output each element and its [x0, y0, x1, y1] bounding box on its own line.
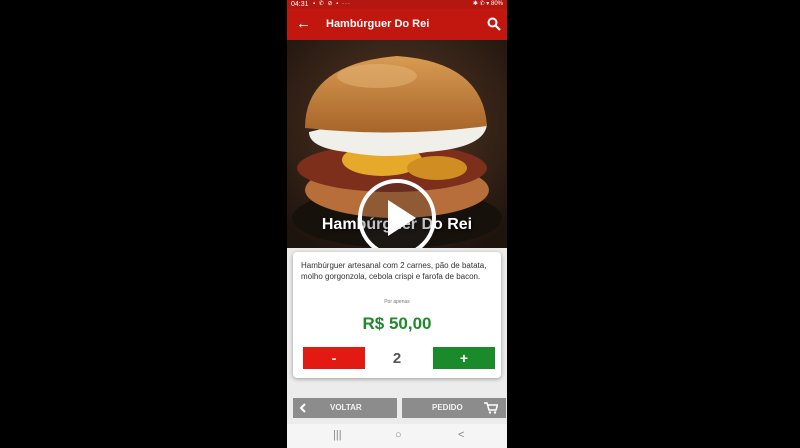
app-bar: ← Hambúrguer Do Rei	[287, 9, 507, 40]
search-icon[interactable]	[487, 17, 501, 31]
product-description: Hambúrguer artesanal com 2 carnes, pão d…	[301, 261, 487, 281]
order-button-label: PEDIDO	[432, 403, 463, 412]
price-caption: Por apenas	[384, 299, 410, 305]
video-player[interactable]: 04:31 ▪ ✆ ⊘ ▪ ··· ✱ ✆ ▾ 80% ← Hambúrguer…	[0, 0, 800, 448]
cart-icon	[484, 402, 498, 414]
status-icons: ▪ ✆ ⊘ ▪ ···	[313, 1, 351, 7]
decrease-quantity-button[interactable]: -	[303, 347, 365, 369]
product-card: Hambúrguer artesanal com 2 carnes, pão d…	[293, 252, 501, 378]
status-time: 04:31	[291, 1, 309, 8]
product-price: R$ 50,00	[362, 314, 432, 333]
arrow-left-icon[interactable]: ←	[296, 15, 311, 33]
back-nav-icon[interactable]: <	[458, 429, 464, 441]
back-button[interactable]: VOLTAR	[293, 398, 397, 418]
play-icon[interactable]	[357, 178, 437, 248]
back-button-label: VOLTAR	[330, 403, 362, 412]
home-nav-icon[interactable]: ○	[395, 429, 402, 441]
quantity-value: 2	[392, 350, 402, 367]
order-button[interactable]: PEDIDO	[402, 398, 506, 418]
chevron-left-icon	[299, 403, 306, 413]
status-bar: 04:31 ▪ ✆ ⊘ ▪ ··· ✱ ✆ ▾ 80%	[287, 0, 507, 9]
increase-quantity-button[interactable]: +	[433, 347, 495, 369]
phone-screen: 04:31 ▪ ✆ ⊘ ▪ ··· ✱ ✆ ▾ 80% ← Hambúrguer…	[287, 0, 507, 448]
product-image: Hambúrguer Do Rei	[287, 40, 507, 248]
status-battery: ✱ ✆ ▾ 80%	[472, 1, 503, 7]
page-title: Hambúrguer Do Rei	[326, 18, 430, 30]
recents-nav-icon[interactable]: |||	[333, 429, 342, 441]
android-nav-bar: ||| ○ <	[287, 424, 507, 448]
